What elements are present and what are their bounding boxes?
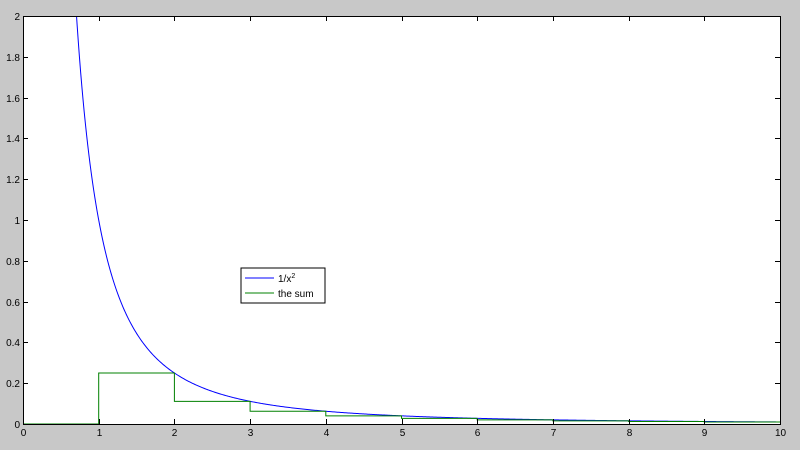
x-tick-label: 4 xyxy=(324,428,330,439)
x-tick-label: 9 xyxy=(702,428,708,439)
legend-label-the-sum: the sum xyxy=(278,289,314,300)
x-tick-label: 10 xyxy=(775,428,787,439)
x-tick-label: 0 xyxy=(21,428,27,439)
y-tick-label: 0.8 xyxy=(6,257,20,268)
x-tick-label: 6 xyxy=(475,428,481,439)
y-tick-label: 0.6 xyxy=(6,298,20,309)
x-tick-label: 2 xyxy=(172,428,178,439)
y-tick-label: 1.6 xyxy=(6,94,20,105)
legend: 1/x2 the sum xyxy=(240,267,326,304)
y-tick-label: 1.2 xyxy=(6,175,20,186)
y-tick-label: 0.4 xyxy=(6,338,20,349)
y-tick-label: 1 xyxy=(14,216,20,227)
y-tick-label: 1.8 xyxy=(6,53,20,64)
legend-label-1-over-x2-superscript: 2 xyxy=(291,273,295,280)
figure-canvas: 0 1 2 3 4 5 6 7 8 9 1000.20.40.60.811.21.41.61.82 … xyxy=(0,0,800,450)
axes-background xyxy=(23,16,780,424)
x-tick-label: 5 xyxy=(400,428,406,439)
x-tick-label: 8 xyxy=(627,428,633,439)
x-tick-label: 7 xyxy=(551,428,557,439)
y-tick-label: 0 xyxy=(14,420,20,431)
x-tick-label: 3 xyxy=(248,428,254,439)
y-tick-label: 1.4 xyxy=(6,134,20,145)
y-tick-label: 0.2 xyxy=(6,379,20,390)
y-tick-label: 2 xyxy=(14,12,20,23)
x-tick-label: 1 xyxy=(97,428,103,439)
legend-label-1-over-x2-base: 1/x xyxy=(278,274,291,285)
